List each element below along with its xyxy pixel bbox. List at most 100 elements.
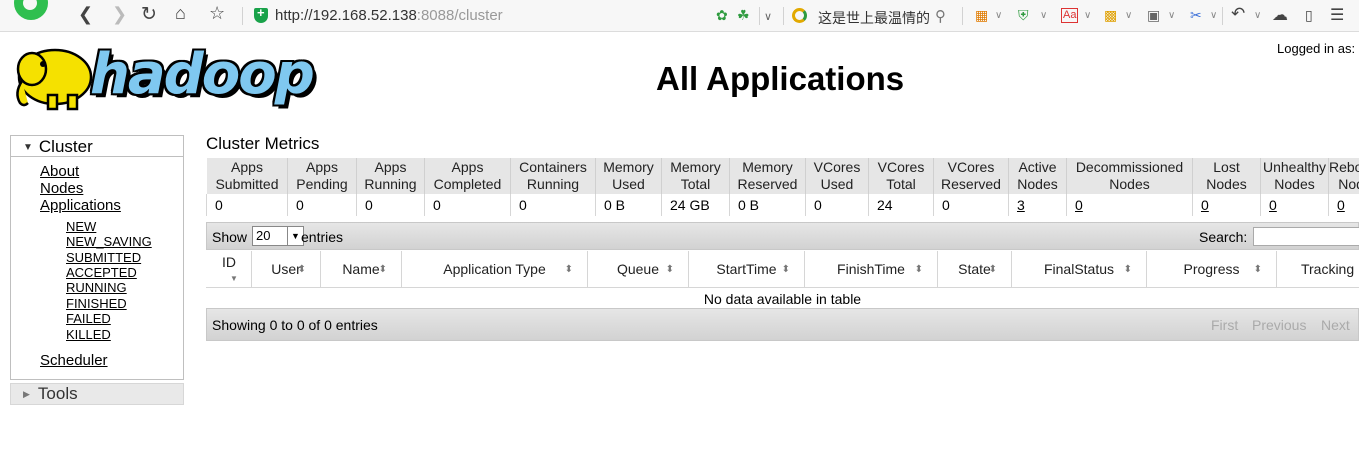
- chevron-down-icon[interactable]: ∨: [1168, 10, 1175, 21]
- metrics-header-line: Used: [612, 176, 645, 192]
- scissors-icon[interactable]: ✂: [1190, 7, 1202, 24]
- metrics-header-cell: VCores Used: [805, 158, 869, 194]
- search-icon[interactable]: ⚲: [935, 7, 946, 25]
- metrics-value-cell: 24: [868, 194, 934, 216]
- cluster-nav-header[interactable]: ▼ Cluster: [11, 136, 183, 157]
- metrics-header-cell: Apps Pending: [287, 158, 357, 194]
- column-header-label: Name: [342, 261, 380, 277]
- metrics-header-line: Apps: [231, 159, 263, 175]
- state-link-submitted[interactable]: SUBMITTED: [66, 250, 141, 265]
- sort-icon: ⬍: [781, 264, 790, 275]
- column-header-label: StartTime: [716, 261, 777, 277]
- metrics-value-link[interactable]: 0: [1269, 197, 1277, 213]
- column-header[interactable]: ID ▼: [206, 251, 252, 288]
- state-link-accepted[interactable]: ACCEPTED: [66, 265, 137, 280]
- search-label: Search:: [1199, 229, 1248, 245]
- translate-icon[interactable]: Aa: [1061, 8, 1079, 23]
- sort-icon: ⬍: [988, 264, 997, 275]
- metrics-header-line: Memory: [603, 159, 654, 175]
- menu-icon[interactable]: ☰: [1330, 5, 1344, 25]
- state-link-failed[interactable]: FAILED: [66, 311, 111, 326]
- back-icon[interactable]: ❮: [78, 4, 93, 25]
- metrics-header-line: Apps: [374, 159, 407, 175]
- home-icon[interactable]: ⌂: [175, 3, 186, 24]
- metrics-value-cell: 0: [1260, 194, 1329, 216]
- cloud-icon[interactable]: ☁: [1272, 5, 1288, 25]
- page-length-select[interactable]: 20 ▼: [252, 226, 304, 246]
- metrics-header-line: Running: [364, 176, 417, 192]
- pager-previous[interactable]: Previous: [1252, 317, 1306, 333]
- metrics-header-line: Reserved: [941, 176, 1001, 192]
- metrics-value-cell: 0 B: [729, 194, 806, 216]
- metrics-header-line: Running: [526, 176, 580, 192]
- metrics-value: 24 GB: [670, 196, 710, 213]
- leaf-icon[interactable]: ☘: [737, 7, 750, 24]
- column-header[interactable]: Name ⬍: [321, 251, 402, 288]
- hadoop-logo: hadoop: [10, 37, 315, 113]
- forward-icon[interactable]: ❯: [112, 4, 127, 25]
- chevron-down-icon[interactable]: ∨: [764, 10, 772, 23]
- nav-link-scheduler[interactable]: Scheduler: [40, 352, 108, 369]
- browser-search-input[interactable]: 这是世上最温情的: [818, 8, 930, 28]
- page-length-value: 20: [256, 228, 271, 243]
- metrics-header-line: Total: [680, 176, 711, 192]
- column-header[interactable]: Tracking UI⬍: [1277, 251, 1359, 288]
- metrics-header-line: Memory: [670, 159, 721, 175]
- bookmark-star-icon[interactable]: ☆: [209, 3, 225, 24]
- column-header-label: User: [271, 261, 301, 277]
- nav-link-about[interactable]: About: [40, 163, 79, 180]
- metrics-header-row: Apps Submitted Apps Pending Apps Running Apps C…: [206, 158, 1359, 194]
- nav-link-nodes[interactable]: Nodes: [40, 180, 83, 197]
- undo-icon[interactable]: ↶: [1231, 4, 1245, 24]
- chevron-down-icon[interactable]: ∨: [1210, 10, 1217, 21]
- chevron-down-icon[interactable]: ∨: [1040, 10, 1047, 21]
- chevron-down-icon[interactable]: ∨: [1125, 10, 1132, 21]
- column-header[interactable]: FinalStatus ⬍: [1012, 251, 1147, 288]
- chevron-down-icon[interactable]: ∨: [1254, 10, 1261, 21]
- metrics-value-link[interactable]: 0: [1075, 197, 1083, 213]
- extension-icon[interactable]: ▩: [1104, 7, 1117, 24]
- metrics-value-cell: 3: [1008, 194, 1067, 216]
- metrics-value-link[interactable]: 3: [1017, 197, 1025, 213]
- metrics-value-cell: 0: [424, 194, 511, 216]
- state-link-running[interactable]: RUNNING: [66, 280, 127, 295]
- metrics-value-cell: 0: [1328, 194, 1359, 216]
- reload-icon[interactable]: ↻: [141, 3, 157, 26]
- column-header[interactable]: User ⬍: [252, 251, 321, 288]
- chevron-down-icon[interactable]: ∨: [995, 10, 1002, 21]
- metrics-header-cell: Memory Reserved: [729, 158, 806, 194]
- metrics-header-cell: Apps Submitted: [206, 158, 288, 194]
- column-header[interactable]: Queue ⬍: [588, 251, 689, 288]
- column-header[interactable]: Application Type ⬍: [402, 251, 588, 288]
- state-link-killed[interactable]: KILLED: [66, 327, 111, 342]
- cluster-metrics-title: Cluster Metrics: [206, 134, 320, 153]
- column-header[interactable]: State ⬍: [938, 251, 1012, 288]
- pager-next[interactable]: Next: [1321, 317, 1350, 333]
- tools-nav-header[interactable]: ▶ Tools: [10, 383, 184, 405]
- refresh-leaf-icon[interactable]: ✿: [716, 7, 728, 24]
- phone-icon[interactable]: ▯: [1305, 7, 1313, 24]
- sort-icon: ⬍: [665, 264, 674, 275]
- image-icon[interactable]: ▣: [1147, 7, 1160, 24]
- address-bar[interactable]: http://192.168.52.138:8088/cluster: [275, 7, 503, 24]
- metrics-value-row: 0 0 0 0 0 0 B 24 GB 0 B 0 24 0 3 0 0 0 0: [206, 194, 1359, 216]
- state-link-new-saving[interactable]: NEW_SAVING: [66, 234, 152, 249]
- column-header[interactable]: FinishTime ⬍: [805, 251, 938, 288]
- nav-link-applications[interactable]: Applications: [40, 197, 121, 214]
- metrics-value-link[interactable]: 0: [1201, 197, 1209, 213]
- column-header[interactable]: StartTime ⬍: [689, 251, 805, 288]
- column-header[interactable]: Progress ⬍: [1147, 251, 1277, 288]
- state-link-new[interactable]: NEW: [66, 219, 96, 234]
- url-host: http://192.168.52.138: [275, 7, 417, 24]
- apps-grid-icon[interactable]: ▦: [975, 7, 988, 24]
- metrics-value-cell: 0: [206, 194, 288, 216]
- state-link-finished[interactable]: FINISHED: [66, 296, 127, 311]
- shield-icon[interactable]: ⛨: [1018, 7, 1029, 24]
- chevron-down-icon[interactable]: ∨: [1084, 10, 1091, 21]
- search-input[interactable]: [1253, 227, 1359, 246]
- pager-first[interactable]: First: [1211, 317, 1238, 333]
- column-header-label: Application Type: [443, 261, 546, 277]
- metrics-value-link[interactable]: 0: [1337, 197, 1345, 213]
- metrics-header-line: Nodes: [1017, 176, 1058, 192]
- metrics-header-line: Submitted: [215, 176, 279, 192]
